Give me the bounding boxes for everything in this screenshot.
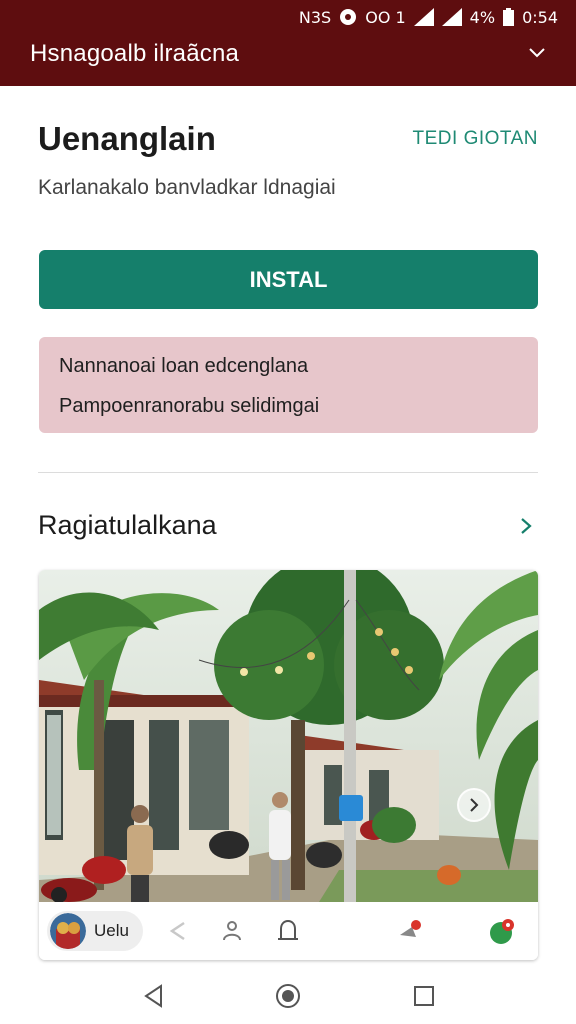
person-icon[interactable]: [217, 916, 247, 946]
home-icon[interactable]: [274, 982, 302, 1010]
avatar: [50, 913, 86, 949]
street-photo: [39, 570, 538, 902]
status-time: 0:54: [522, 7, 558, 27]
reaction-icon[interactable]: [395, 916, 425, 946]
app-header: N3S OO 1 4% 0:54 Hsnagoalb ilraãcna: [0, 0, 576, 86]
chevron-right-icon[interactable]: [516, 516, 536, 536]
user-chip[interactable]: Uelu: [47, 911, 143, 951]
back-icon[interactable]: [140, 982, 168, 1010]
app-name: Uenanglain: [38, 120, 216, 157]
signal-icon-2: [441, 8, 462, 26]
notice-line-1: Nannanoai loan edcenglana: [59, 355, 309, 377]
install-button[interactable]: INSTAL: [39, 250, 538, 309]
notice-box: Nannanoai loan edcenglana Pampoenranorab…: [39, 337, 538, 433]
photo-card[interactable]: Uelu: [39, 570, 538, 960]
chevron-right-icon: [470, 798, 479, 812]
header-title: Hsnagoalb ilraãcna: [30, 40, 240, 67]
battery-percent: 4%: [469, 7, 496, 27]
status-bar: N3S OO 1 4% 0:54: [299, 6, 558, 28]
status-carrier-text: N3S: [298, 7, 332, 27]
section-title: Ragiatulalkana: [38, 510, 217, 540]
user-chip-label: Uelu: [94, 921, 129, 940]
app-subtitle: Karlanakalo banvladkar ldnagiai: [38, 176, 336, 199]
bell-icon[interactable]: [273, 916, 303, 946]
recents-icon[interactable]: [410, 982, 438, 1010]
chevron-down-icon[interactable]: [528, 44, 546, 62]
system-nav-bar: [0, 968, 576, 1024]
card-action-bar: Uelu: [39, 902, 538, 960]
battery-icon: [503, 8, 515, 26]
carousel-next-button[interactable]: [457, 788, 491, 822]
signal-icon: [413, 8, 434, 26]
like-icon[interactable]: [487, 916, 517, 946]
divider: [38, 472, 538, 473]
status-mid-text: OO 1: [365, 7, 406, 27]
notification-icon: [339, 8, 357, 26]
developer-link[interactable]: TEDI GIOTAN: [413, 128, 538, 150]
notice-line-2: Pampoenranorabu selidimgai: [59, 395, 320, 417]
share-icon[interactable]: [163, 916, 193, 946]
